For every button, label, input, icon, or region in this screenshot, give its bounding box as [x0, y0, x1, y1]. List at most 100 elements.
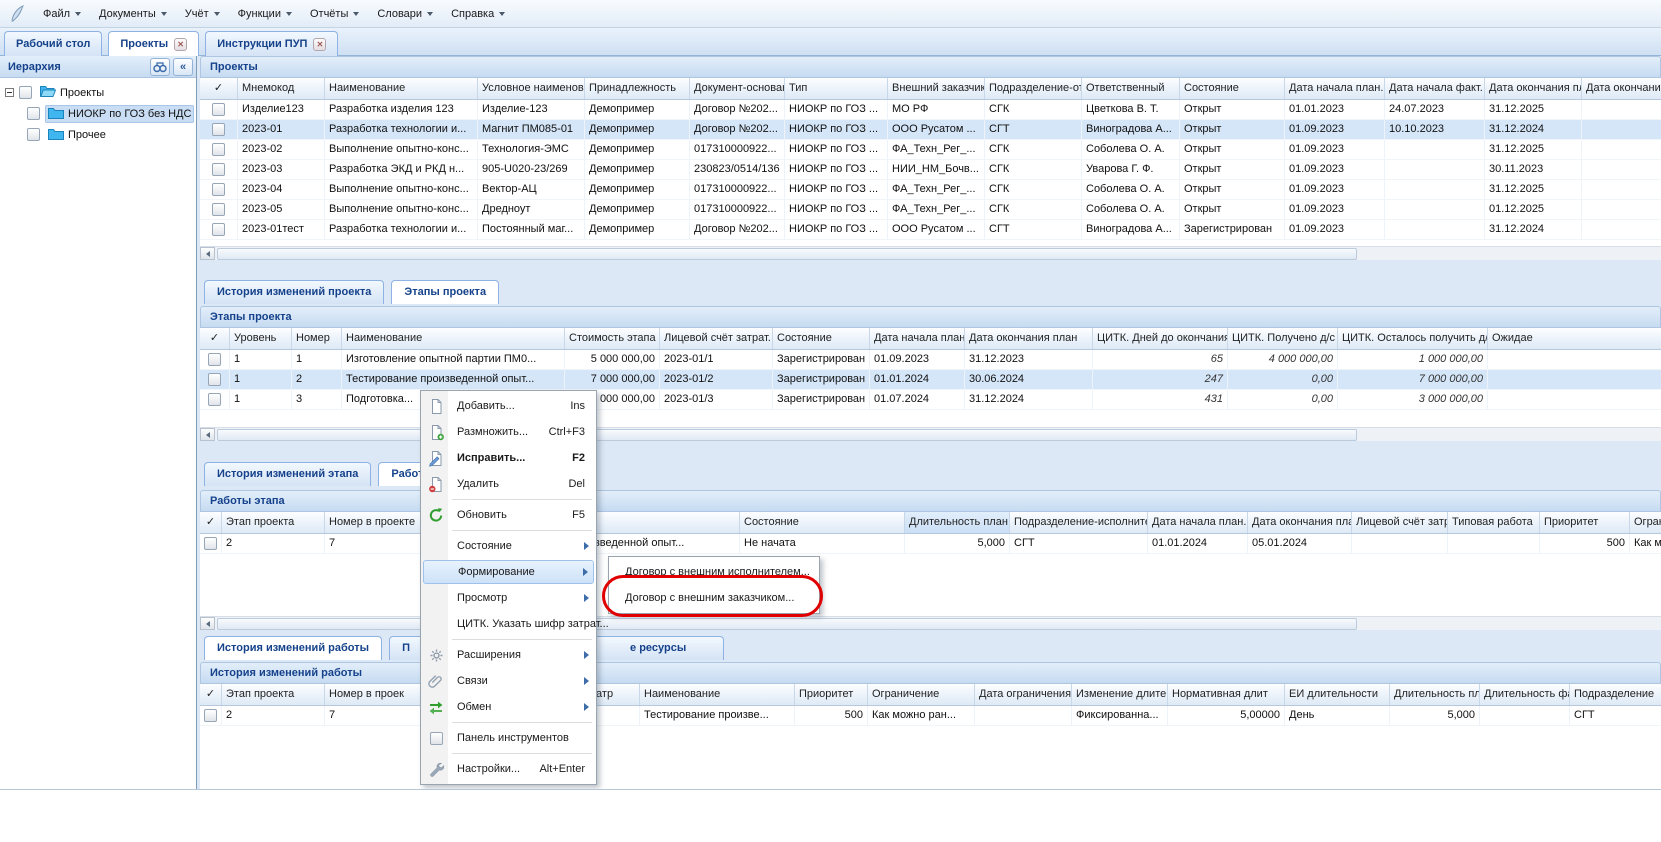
checkbox[interactable] — [27, 128, 40, 141]
table-row[interactable]: 12Тестирование произведенной опыт...7 00… — [200, 370, 1661, 390]
column-header[interactable]: Условное наименова — [478, 78, 585, 99]
column-header[interactable]: Длительность план — [905, 512, 1010, 533]
tab-project-history[interactable]: История изменений проекта — [204, 280, 384, 304]
column-header[interactable]: Принадлежность — [585, 78, 690, 99]
search-icon[interactable] — [150, 58, 170, 76]
context-menu-item[interactable]: Просмотр — [423, 585, 594, 611]
column-header[interactable]: Этап проекта — [222, 684, 325, 705]
column-header[interactable]: Длительность пла — [1390, 684, 1480, 705]
tab-work-history[interactable]: История изменений работы — [204, 636, 382, 660]
column-header[interactable]: Подразделение-от — [985, 78, 1082, 99]
checkbox[interactable] — [430, 732, 443, 745]
column-header[interactable]: Дата начала факт. — [1385, 78, 1485, 99]
scroll-left-icon[interactable] — [200, 428, 215, 441]
context-menu-item[interactable]: Состояние — [423, 533, 594, 559]
menu-accounting[interactable]: Учёт — [176, 4, 229, 24]
column-header[interactable]: Номер в проекте — [325, 512, 432, 533]
checkbox[interactable] — [208, 353, 221, 366]
close-icon[interactable]: ✕ — [174, 38, 187, 51]
tab-instructions[interactable]: Инструкции ПУП✕ — [205, 31, 338, 56]
column-header[interactable]: Уровень — [230, 328, 292, 349]
column-header[interactable]: ✓ — [200, 512, 222, 533]
column-header[interactable]: Состояние — [1180, 78, 1285, 99]
column-header[interactable]: Дата окончания пл — [1485, 78, 1582, 99]
checkbox[interactable] — [212, 103, 225, 116]
scrollbar-thumb[interactable] — [217, 618, 1357, 630]
column-header[interactable]: Дата окончания план — [965, 328, 1093, 349]
table-row[interactable]: 11Изготовление опытной партии ПМ0...5 00… — [200, 350, 1661, 370]
column-header[interactable]: Лицевой счёт затр — [1352, 512, 1448, 533]
horizontal-scrollbar[interactable] — [200, 246, 1661, 260]
scroll-left-icon[interactable] — [200, 617, 215, 630]
row-checkbox-cell[interactable] — [200, 140, 238, 160]
column-header[interactable]: Внешний заказчик — [888, 78, 985, 99]
table-row[interactable]: 2023-04Выполнение опытно-конс...Вектор-А… — [200, 180, 1661, 200]
row-checkbox-cell[interactable] — [200, 534, 222, 554]
column-header[interactable]: Документ-основан — [690, 78, 785, 99]
row-checkbox-cell[interactable] — [200, 200, 238, 220]
context-menu-item[interactable]: Расширения — [423, 642, 594, 668]
column-header[interactable]: Приоритет — [795, 684, 868, 705]
column-header[interactable]: Этап проекта — [222, 512, 325, 533]
column-header[interactable]: Дата ограничения — [975, 684, 1072, 705]
column-header[interactable]: ЦИТК. Дней до окончания — [1093, 328, 1228, 349]
row-checkbox-cell[interactable] — [200, 370, 230, 390]
checkbox[interactable] — [208, 373, 221, 386]
checkbox[interactable] — [212, 163, 225, 176]
column-header[interactable]: Длительность фак — [1480, 684, 1570, 705]
submenu-item[interactable]: Договор с внешним заказчиком... — [611, 585, 817, 611]
tab-project-stages[interactable]: Этапы проекта — [391, 280, 499, 304]
menu-reports[interactable]: Отчёты — [301, 4, 368, 24]
column-header[interactable]: Лицевой счёт затрат. — [660, 328, 773, 349]
column-header[interactable]: Мнемокод — [238, 78, 325, 99]
menu-help[interactable]: Справка — [442, 4, 514, 24]
row-checkbox-cell[interactable] — [200, 100, 238, 120]
scroll-left-icon[interactable] — [200, 247, 215, 260]
column-header[interactable]: Дата окончания план — [1248, 512, 1352, 533]
column-header[interactable]: Дата начала план — [870, 328, 965, 349]
table-row[interactable]: Изделие123Разработка изделия 123Изделие-… — [200, 100, 1661, 120]
row-checkbox-cell[interactable] — [200, 220, 238, 240]
context-menu-item[interactable]: ЦИТК. Указать шифр затрат... — [423, 611, 594, 637]
column-header[interactable]: Ограничение — [868, 684, 975, 705]
column-header[interactable]: Тип — [785, 78, 888, 99]
table-row[interactable]: 2023-01Разработка технологии и...Магнит … — [200, 120, 1661, 140]
checkbox[interactable] — [212, 183, 225, 196]
column-header[interactable]: Изменение длите — [1072, 684, 1168, 705]
close-icon[interactable]: ✕ — [313, 38, 326, 51]
checkbox[interactable] — [212, 223, 225, 236]
column-header[interactable]: Номер в проек — [325, 684, 432, 705]
row-checkbox-cell[interactable] — [200, 390, 230, 410]
column-header[interactable]: Номер — [292, 328, 342, 349]
context-menu-item[interactable]: Добавить...Ins — [423, 393, 594, 419]
table-row[interactable]: 2023-03Разработка ЭКД и РКД н...905-U020… — [200, 160, 1661, 180]
column-header[interactable]: Огран — [1630, 512, 1661, 533]
column-header[interactable]: Типовая работа — [1448, 512, 1540, 533]
row-checkbox-cell[interactable] — [200, 180, 238, 200]
context-menu-item[interactable]: ОбновитьF5 — [423, 502, 594, 528]
column-header[interactable]: Стоимость этапа — [565, 328, 660, 349]
scrollbar-thumb[interactable] — [217, 248, 1357, 260]
column-header[interactable]: Приоритет — [1540, 512, 1630, 533]
tab-stage-history[interactable]: История изменений этапа — [204, 462, 371, 486]
context-menu-item[interactable]: Исправить...F2 — [423, 445, 594, 471]
checkbox[interactable] — [212, 123, 225, 136]
context-menu-item[interactable]: Обмен — [423, 694, 594, 720]
column-header[interactable]: Наименование — [342, 328, 565, 349]
menu-functions[interactable]: Функции — [229, 4, 301, 24]
menu-dictionaries[interactable]: Словари — [368, 4, 442, 24]
checkbox[interactable] — [204, 537, 217, 550]
context-menu-item[interactable]: Панель инструментов — [423, 725, 594, 751]
checkbox[interactable] — [212, 143, 225, 156]
checkbox[interactable] — [19, 86, 32, 99]
tab-projects[interactable]: Проекты✕ — [108, 31, 199, 56]
tree-item-projects[interactable]: Проекты — [0, 82, 196, 103]
tab-work-resources-2[interactable]: е ресурсы — [592, 636, 724, 660]
table-row[interactable]: 2023-01тестРазработка технологии и...Пос… — [200, 220, 1661, 240]
menu-documents[interactable]: Документы — [90, 4, 176, 24]
column-header[interactable]: ✓ — [200, 684, 222, 705]
column-header[interactable]: ЦИТК. Получено д/с — [1228, 328, 1338, 349]
menu-file[interactable]: Файл — [34, 4, 90, 24]
context-menu-item[interactable]: Настройки...Alt+Enter — [423, 756, 594, 782]
column-header[interactable]: Ответственный — [1082, 78, 1180, 99]
